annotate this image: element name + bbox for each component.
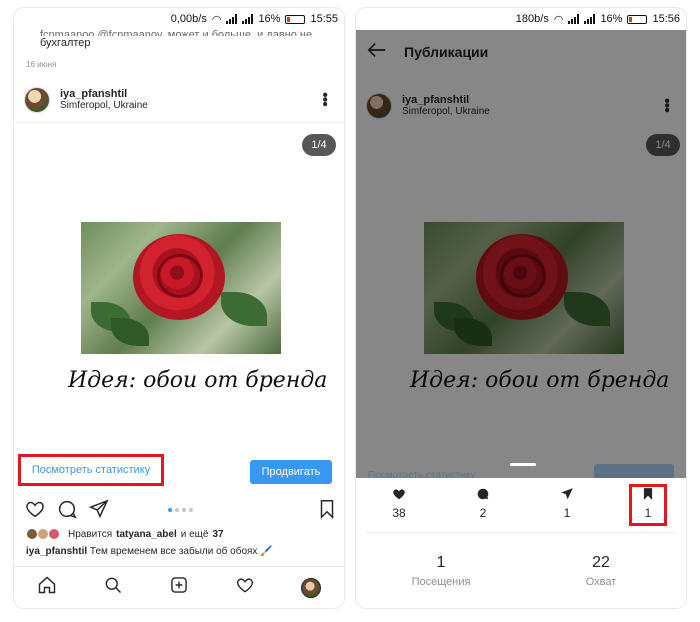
metric-shares: 1 [542, 484, 592, 520]
previous-post-caption: fcnmaanoo @fcnmaanov, может и больше, и … [40, 28, 332, 50]
search-icon[interactable] [103, 575, 123, 600]
bottom-navigation [14, 566, 344, 608]
home-icon[interactable] [37, 575, 57, 600]
sheet-handle[interactable] [510, 463, 536, 466]
comment-icon [458, 484, 508, 504]
post-image-text: Идея: обои от бренда [68, 368, 328, 393]
insights-sheet: 38 2 1 1 1 Посещения 22 Охват [356, 478, 686, 608]
carousel-indicator [168, 508, 193, 512]
share-icon [542, 484, 592, 504]
avatar[interactable] [24, 87, 50, 113]
leaf [111, 318, 149, 346]
visits-label: Посещения [411, 576, 471, 588]
rose [133, 234, 225, 320]
reach-value: 22 [592, 554, 610, 571]
signal-icon-2 [584, 14, 596, 24]
likes-user[interactable]: tatyana_abel [116, 529, 177, 540]
heart-icon[interactable] [24, 498, 46, 520]
network-speed: 180b/s [515, 13, 549, 25]
visits-stat: 1 Посещения [396, 554, 486, 588]
likes-line[interactable]: Нравится tatyana_abel и ещё 37 [26, 528, 224, 540]
network-speed: 0,00b/s [170, 13, 207, 25]
wifi-icon: ◠ [211, 13, 222, 26]
divider [366, 532, 676, 533]
visits-value: 1 [436, 554, 446, 571]
battery-icon [285, 14, 306, 24]
leaf [221, 292, 267, 326]
bookmark-icon[interactable] [316, 498, 338, 520]
signal-icon [568, 14, 580, 24]
liker-avatar [48, 528, 60, 540]
heart-icon [374, 484, 424, 504]
reach-stat: 22 Охват [556, 554, 646, 588]
caption-text: Тем временем все забыли об обоях 🖌️ [89, 546, 273, 557]
clock: 15:56 [652, 13, 680, 25]
wifi-icon: ◠ [553, 13, 564, 26]
metric-comments: 2 [458, 484, 508, 520]
shares-value: 1 [563, 506, 571, 520]
caption-username[interactable]: iya_pfanshtil [26, 546, 87, 557]
battery-percent: 16% [258, 13, 281, 25]
divider [14, 122, 344, 123]
reach-label: Охват [585, 576, 617, 588]
likes-mid: и ещё [180, 528, 209, 540]
status-bar: 180b/s ◠ 16% 15:56 [356, 8, 686, 30]
signal-icon [226, 14, 238, 24]
image-counter: 1/4 [302, 134, 336, 156]
comment-icon[interactable] [56, 498, 78, 520]
profile-avatar[interactable] [301, 577, 321, 598]
phone-right: 180b/s ◠ 16% 15:56 Публикации iya_pfansh… [356, 8, 686, 608]
caption-cut-line: fcnmaanoo @fcnmaanov, может и больше, и … [40, 29, 313, 36]
view-statistics-link[interactable]: Посмотреть статистику [18, 454, 164, 486]
post-username[interactable]: iya_pfanshtil [60, 88, 148, 100]
add-icon[interactable] [169, 575, 189, 600]
caption-line: бухгалтер [40, 37, 91, 49]
metric-likes: 38 [374, 484, 424, 520]
clock: 15:55 [310, 13, 338, 25]
phone-left: 0,00b/s ◠ 16% 15:55 fcnmaanoo @fcnmaanov… [14, 8, 344, 608]
post-header: iya_pfanshtil Simferopol, Ukraine ••• [14, 80, 344, 120]
dim-overlay[interactable] [356, 30, 686, 478]
more-options-icon[interactable]: ••• [316, 92, 333, 106]
previous-post-date: 16 июня [26, 60, 57, 69]
promote-button[interactable]: Продвигать [250, 460, 332, 484]
activity-icon[interactable] [235, 575, 255, 600]
signal-icon-2 [242, 14, 254, 24]
post-caption: iya_pfanshtil Тем временем все забыли об… [26, 546, 273, 557]
likes-count[interactable]: 37 [212, 529, 223, 540]
battery-icon [627, 14, 648, 24]
likes-value: 38 [392, 506, 406, 520]
battery-percent: 16% [600, 13, 623, 25]
share-icon[interactable] [88, 498, 110, 520]
post-location[interactable]: Simferopol, Ukraine [60, 100, 148, 112]
comments-value: 2 [479, 506, 487, 520]
status-bar: 0,00b/s ◠ 16% 15:55 [14, 8, 344, 30]
saves-highlight-box [629, 484, 667, 526]
rose-photo [81, 222, 281, 354]
likes-prefix: Нравится [68, 528, 113, 540]
